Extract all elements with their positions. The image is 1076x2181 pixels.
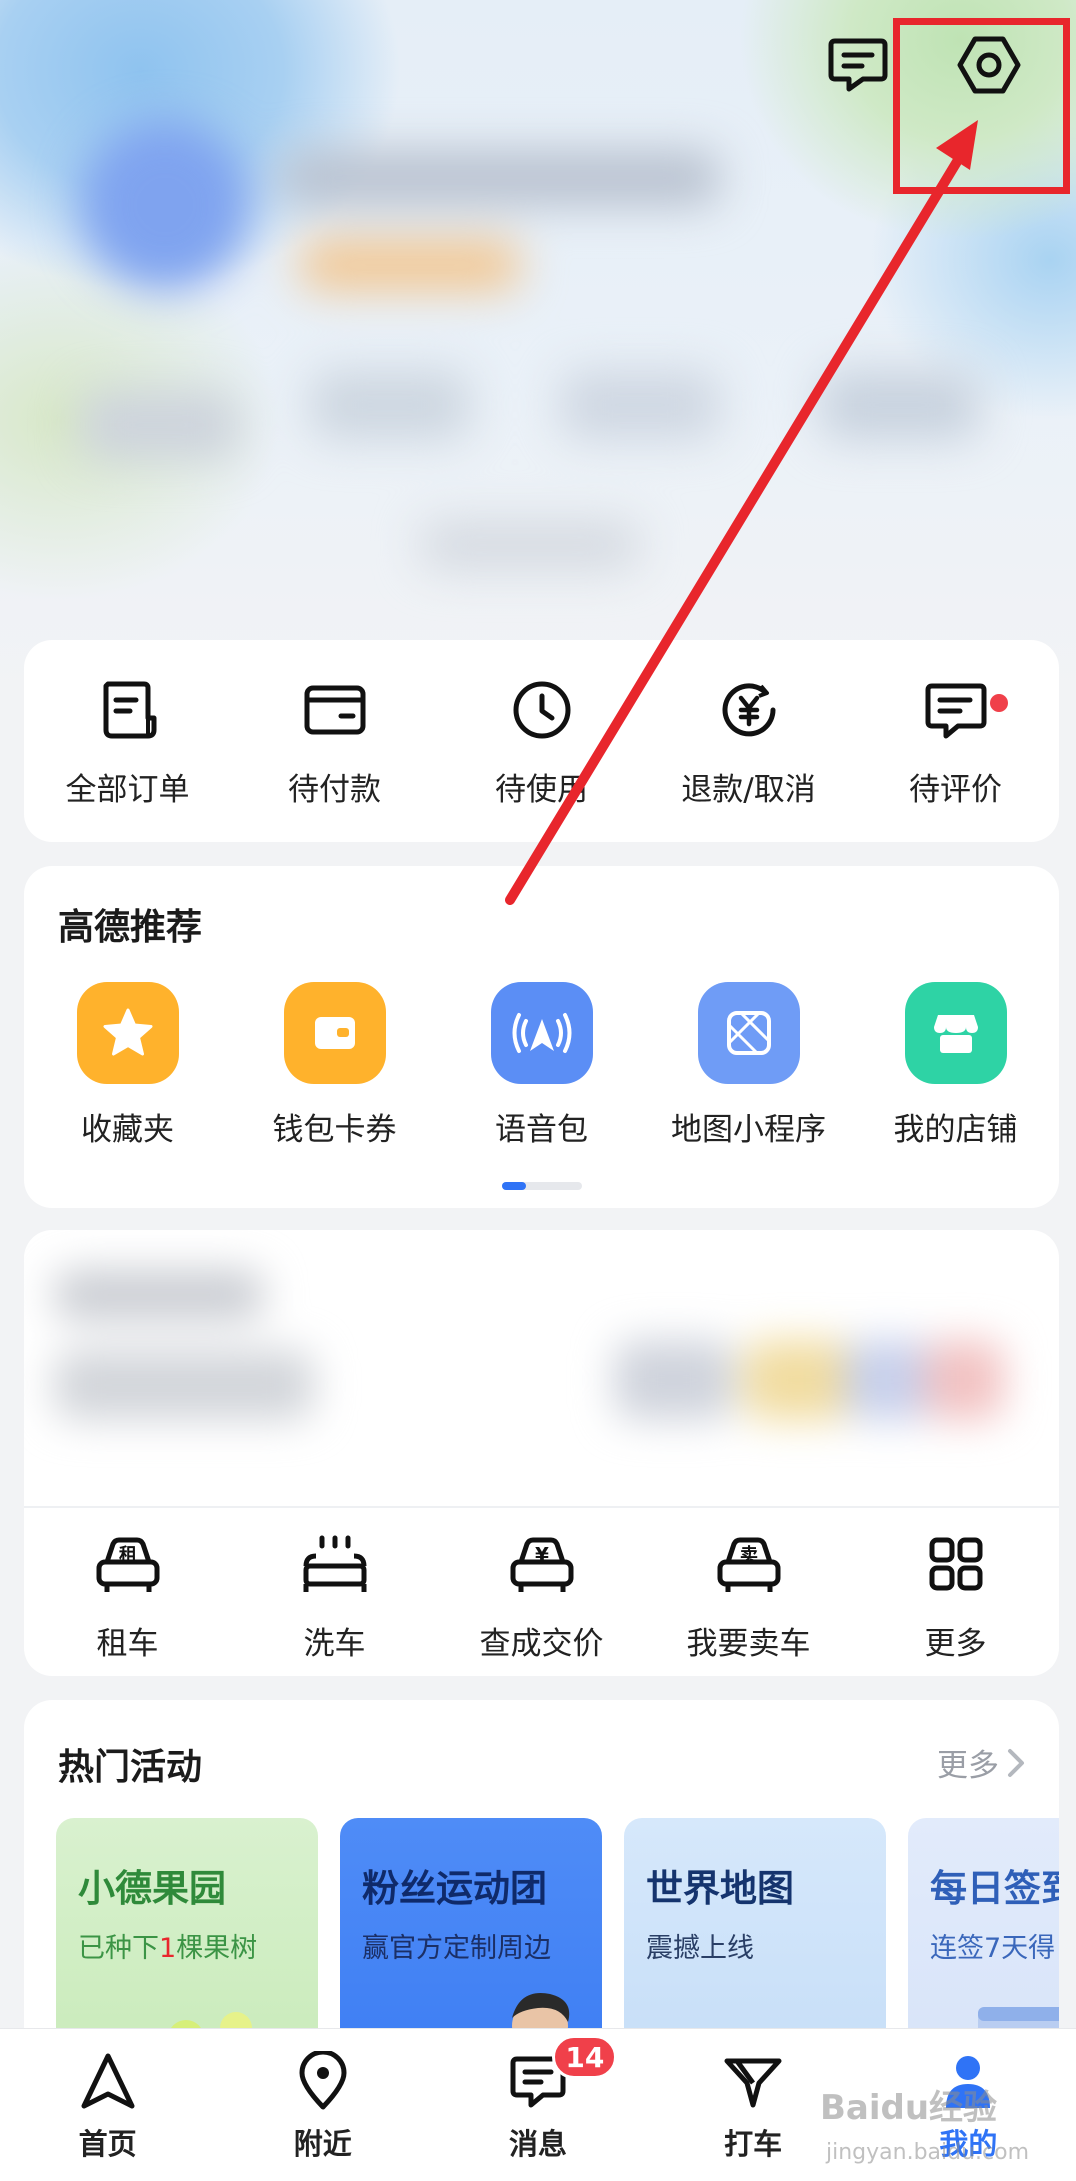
car-item-label: 租车 bbox=[96, 1626, 159, 1662]
order-item-label: 待使用 bbox=[495, 772, 588, 808]
section-title: 高德推荐 bbox=[58, 907, 203, 948]
recommend-item-label: 我的店铺 bbox=[893, 1112, 1018, 1148]
shop-icon bbox=[904, 982, 1007, 1084]
banner-subtitle: 已种下1棵果树 bbox=[78, 1933, 258, 1964]
sell-car-icon: 卖 bbox=[714, 1534, 784, 1598]
more-link[interactable]: 更多 bbox=[937, 1740, 1025, 1785]
car-item-more[interactable]: 更多 bbox=[852, 1534, 1059, 1663]
taxi-icon bbox=[723, 2051, 783, 2111]
nav-label: 打车 bbox=[724, 2127, 783, 2161]
nav-item-messages[interactable]: 消息 14 bbox=[430, 2029, 645, 2181]
divider bbox=[24, 1506, 1059, 1508]
watermark-logo: Baidu经验 bbox=[820, 2088, 998, 2128]
banner-title: 粉丝运动团 bbox=[362, 1867, 547, 1910]
recommend-item-label: 语音包 bbox=[495, 1112, 588, 1148]
nav-label: 首页 bbox=[78, 2127, 137, 2161]
more-link-label: 更多 bbox=[937, 1748, 999, 1784]
order-list-icon bbox=[96, 678, 160, 742]
car-item-price[interactable]: ¥ 查成交价 bbox=[438, 1534, 645, 1663]
mini-program-icon bbox=[697, 982, 800, 1084]
star-icon bbox=[76, 982, 179, 1084]
wallet-icon bbox=[283, 982, 386, 1084]
car-item-label: 查成交价 bbox=[479, 1626, 604, 1662]
unread-count-badge: 14 bbox=[552, 2035, 618, 2079]
recommend-card: 高德推荐 收藏夹 钱包卡券 语音包 地图小程序 我的店铺 bbox=[24, 866, 1059, 1208]
pager-indicator bbox=[502, 1182, 526, 1190]
nav-label: 消息 bbox=[508, 2127, 567, 2161]
recommend-item-favorites[interactable]: 收藏夹 bbox=[24, 982, 231, 1149]
car-item-label: 洗车 bbox=[303, 1626, 366, 1662]
banner-title: 小德果园 bbox=[78, 1867, 226, 1910]
svg-text:¥: ¥ bbox=[535, 1543, 549, 1567]
voice-nav-icon bbox=[490, 982, 593, 1084]
banner-subtitle: 震撼上线 bbox=[646, 1933, 754, 1964]
section-title: 热门活动 bbox=[58, 1747, 203, 1788]
annotation-highlight-box bbox=[893, 18, 1070, 194]
recommend-item-label: 地图小程序 bbox=[671, 1112, 826, 1148]
car-wash-icon bbox=[300, 1534, 370, 1598]
car-services-card: 租 租车 洗车 ¥ 查成交价 卖 我要卖车 更多 bbox=[24, 1230, 1059, 1676]
nav-item-nearby[interactable]: 附近 bbox=[215, 2029, 430, 2181]
banner-subtitle: 赢官方定制周边 bbox=[362, 1933, 551, 1964]
orders-card: 全部订单 待付款 待使用 退款/取消 待评价 bbox=[24, 640, 1059, 842]
order-item-unpaid[interactable]: 待付款 bbox=[231, 678, 438, 809]
banner-title: 每日签到 bbox=[930, 1867, 1059, 1910]
order-item-to-review[interactable]: 待评价 bbox=[852, 678, 1059, 809]
recommend-item-my-shop[interactable]: 我的店铺 bbox=[852, 982, 1059, 1149]
watermark-url: jingyan.baidu.com bbox=[826, 2140, 1030, 2165]
car-price-icon: ¥ bbox=[507, 1534, 577, 1598]
recommend-item-mini-program[interactable]: 地图小程序 bbox=[645, 982, 852, 1149]
recommend-item-wallet[interactable]: 钱包卡券 bbox=[231, 982, 438, 1149]
svg-text:卖: 卖 bbox=[740, 1544, 758, 1566]
wallet-card-icon bbox=[303, 678, 367, 742]
blurred-car-info bbox=[24, 1230, 1059, 1506]
order-item-refund[interactable]: 退款/取消 bbox=[645, 678, 852, 809]
order-item-to-use[interactable]: 待使用 bbox=[438, 678, 645, 809]
yuan-refund-icon bbox=[717, 678, 781, 742]
car-item-label: 我要卖车 bbox=[686, 1626, 811, 1662]
navigation-arrow-icon bbox=[78, 2051, 138, 2111]
message-icon[interactable] bbox=[823, 30, 893, 100]
order-item-label: 退款/取消 bbox=[681, 772, 816, 808]
order-item-label: 待付款 bbox=[288, 772, 381, 808]
comment-icon bbox=[924, 678, 988, 742]
chevron-right-icon bbox=[1008, 1748, 1024, 1777]
grid-more-icon bbox=[921, 1534, 991, 1598]
car-item-wash[interactable]: 洗车 bbox=[231, 1534, 438, 1663]
car-item-sell[interactable]: 卖 我要卖车 bbox=[645, 1534, 852, 1663]
order-item-label: 全部订单 bbox=[65, 772, 190, 808]
banner-subtitle: 连签7天得 bbox=[930, 1933, 1056, 1964]
nav-item-home[interactable]: 首页 bbox=[0, 2029, 215, 2181]
car-item-label: 更多 bbox=[924, 1626, 987, 1662]
car-item-rent[interactable]: 租 租车 bbox=[24, 1534, 231, 1663]
location-pin-icon bbox=[293, 2051, 353, 2111]
rent-car-icon: 租 bbox=[93, 1534, 163, 1598]
recommend-item-voice-pack[interactable]: 语音包 bbox=[438, 982, 645, 1149]
order-item-all[interactable]: 全部订单 bbox=[24, 678, 231, 809]
recommend-item-label: 钱包卡券 bbox=[272, 1112, 397, 1148]
clock-icon bbox=[510, 678, 574, 742]
recommend-item-label: 收藏夹 bbox=[81, 1112, 174, 1148]
blurred-profile-area bbox=[40, 90, 1040, 610]
svg-text:租: 租 bbox=[119, 1544, 137, 1566]
banner-title: 世界地图 bbox=[646, 1867, 794, 1910]
unread-dot bbox=[990, 694, 1008, 712]
order-item-label: 待评价 bbox=[909, 772, 1002, 808]
nav-label: 附近 bbox=[293, 2127, 352, 2161]
